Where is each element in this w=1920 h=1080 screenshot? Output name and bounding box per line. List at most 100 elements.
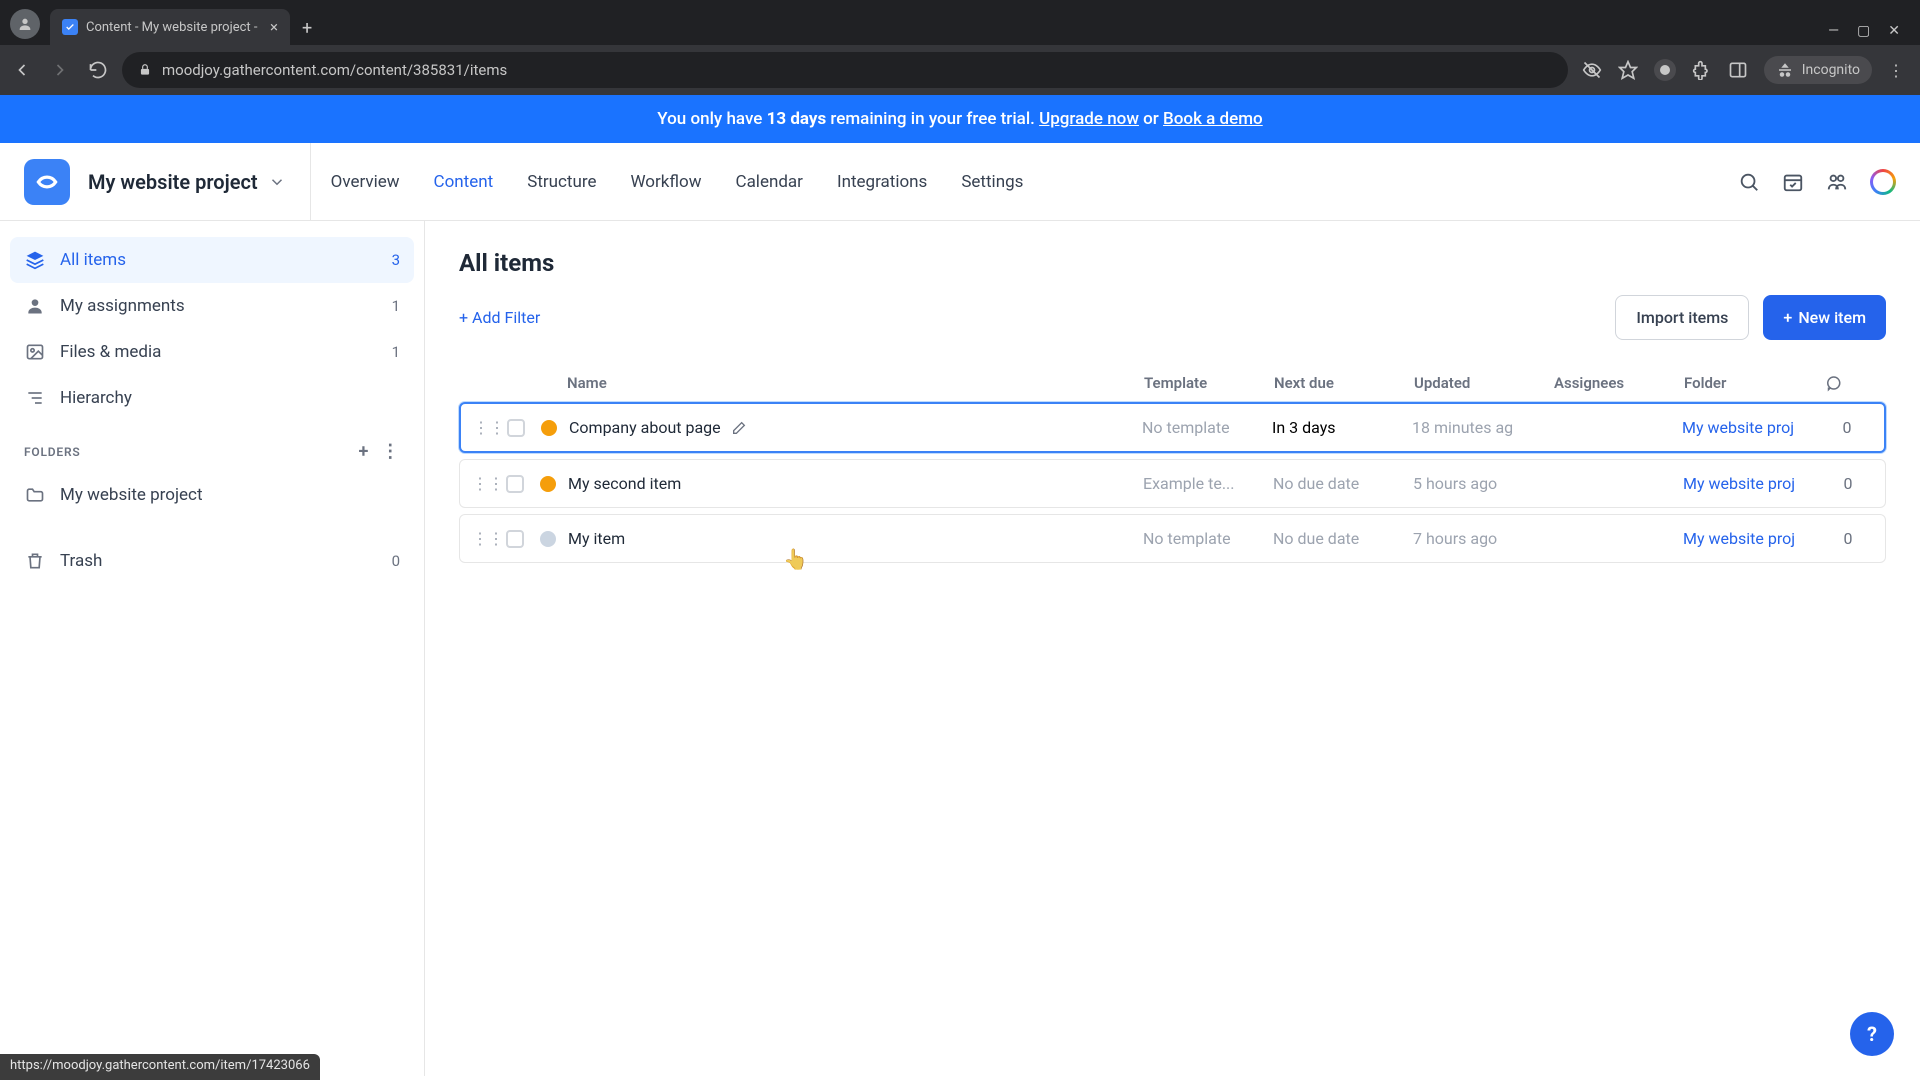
col-next-due[interactable]: Next due	[1274, 374, 1414, 392]
drag-handle-icon[interactable]: ⋮⋮	[472, 474, 504, 493]
col-template[interactable]: Template	[1144, 374, 1274, 392]
sidebar-folder-label: My website project	[60, 485, 203, 505]
incognito-label: Incognito	[1802, 62, 1860, 78]
table-row[interactable]: ⋮⋮ My item No template No due date 7 hou…	[459, 514, 1886, 563]
nav-calendar[interactable]: Calendar	[734, 168, 805, 196]
nav-content[interactable]: Content	[432, 168, 496, 196]
browser-menu-icon[interactable]: ⋮	[1888, 61, 1904, 80]
incognito-badge[interactable]: Incognito	[1764, 56, 1872, 84]
sidebar-all-items-count: 3	[392, 251, 400, 269]
status-dot-icon	[540, 531, 556, 547]
browser-tab[interactable]: Content - My website project - ×	[50, 9, 290, 45]
sidebar-my-assignments-count: 1	[392, 297, 400, 315]
row-updated: 18 minutes ag	[1412, 418, 1552, 437]
project-selector[interactable]: My website project	[88, 143, 311, 221]
sidebar-files-media[interactable]: Files & media 1	[10, 329, 414, 375]
window-close-icon[interactable]: ✕	[1888, 23, 1900, 39]
new-tab-button[interactable]: +	[290, 18, 324, 45]
col-comments-icon[interactable]	[1824, 374, 1874, 392]
bookmark-star-icon[interactable]	[1618, 60, 1638, 80]
sidebar-trash-count: 0	[392, 552, 400, 570]
banner-or: or	[1139, 109, 1163, 129]
sidebar-all-items[interactable]: All items 3	[10, 237, 414, 283]
upgrade-link[interactable]: Upgrade now	[1039, 109, 1139, 129]
folder-menu-icon[interactable]: ⋮	[381, 441, 400, 462]
col-name[interactable]: Name	[567, 374, 1144, 392]
new-item-label: New item	[1798, 308, 1866, 327]
status-dot-icon	[540, 476, 556, 492]
sidebar-hierarchy[interactable]: Hierarchy	[10, 375, 414, 421]
table-row[interactable]: ⋮⋮ Company about page No template In 3 d…	[459, 402, 1886, 453]
trial-banner: You only have 13 days remaining in your …	[0, 95, 1920, 143]
extension-icon[interactable]	[1654, 59, 1676, 81]
banner-mid: remaining in your free trial.	[826, 109, 1039, 129]
nav-forward-icon[interactable]	[50, 60, 70, 80]
main-nav: Overview Content Structure Workflow Cale…	[329, 143, 1026, 220]
url-text: moodjoy.gathercontent.com/content/385831…	[162, 61, 507, 79]
hierarchy-icon	[24, 387, 46, 409]
person-icon	[24, 295, 46, 317]
new-item-button[interactable]: + New item	[1763, 295, 1886, 340]
page-title: All items	[459, 249, 1886, 277]
row-folder[interactable]: My website proj	[1682, 418, 1822, 437]
nav-structure[interactable]: Structure	[525, 168, 598, 196]
row-name-text: Company about page	[569, 418, 721, 437]
col-assignees[interactable]: Assignees	[1554, 374, 1684, 392]
edit-icon[interactable]	[731, 420, 747, 436]
window-minimize-icon[interactable]: —	[1828, 23, 1839, 39]
row-name[interactable]: My item	[568, 529, 1143, 548]
visibility-off-icon[interactable]	[1582, 60, 1602, 80]
sidebar-trash[interactable]: Trash 0	[10, 538, 414, 584]
sidebar: All items 3 My assignments 1 Files & med…	[0, 221, 425, 1076]
col-folder[interactable]: Folder	[1684, 374, 1824, 392]
banner-days: 13 days	[767, 109, 827, 129]
row-folder[interactable]: My website proj	[1683, 529, 1823, 548]
profile-avatar[interactable]	[10, 9, 40, 39]
drag-handle-icon[interactable]: ⋮⋮	[473, 418, 505, 437]
row-checkbox[interactable]	[506, 530, 524, 548]
browser-tab-bar: Content - My website project - × + — ▢ ✕	[0, 0, 1920, 45]
row-checkbox[interactable]	[507, 419, 525, 437]
chevron-down-icon	[268, 173, 286, 191]
window-maximize-icon[interactable]: ▢	[1857, 23, 1870, 39]
nav-settings[interactable]: Settings	[959, 168, 1025, 196]
row-updated: 7 hours ago	[1413, 529, 1553, 548]
tab-close-icon[interactable]: ×	[270, 18, 278, 36]
sidebar-my-assignments[interactable]: My assignments 1	[10, 283, 414, 329]
user-avatar-icon[interactable]	[1870, 169, 1896, 195]
url-bar[interactable]: moodjoy.gathercontent.com/content/385831…	[122, 52, 1568, 88]
sidebar-folder-item[interactable]: My website project	[10, 472, 414, 518]
search-icon[interactable]	[1738, 171, 1760, 193]
nav-integrations[interactable]: Integrations	[835, 168, 929, 196]
sidebar-folders-title: FOLDERS	[24, 445, 81, 459]
nav-reload-icon[interactable]	[88, 60, 108, 80]
calendar-check-icon[interactable]	[1782, 171, 1804, 193]
nav-overview[interactable]: Overview	[329, 168, 402, 196]
puzzle-icon[interactable]	[1692, 60, 1712, 80]
browser-toolbar: moodjoy.gathercontent.com/content/385831…	[0, 45, 1920, 95]
sidebar-all-items-label: All items	[60, 250, 126, 270]
book-demo-link[interactable]: Book a demo	[1163, 109, 1263, 129]
row-name[interactable]: My second item	[568, 474, 1143, 493]
tab-title: Content - My website project -	[86, 20, 257, 35]
row-name[interactable]: Company about page	[569, 418, 1142, 437]
people-icon[interactable]	[1826, 171, 1848, 193]
add-filter-button[interactable]: + Add Filter	[459, 308, 540, 327]
help-button[interactable]: ?	[1850, 1012, 1894, 1056]
sidebar-hierarchy-label: Hierarchy	[60, 388, 132, 408]
nav-back-icon[interactable]	[12, 60, 32, 80]
nav-workflow[interactable]: Workflow	[628, 168, 703, 196]
row-template: No template	[1142, 418, 1272, 437]
table-row[interactable]: ⋮⋮ My second item Example te... No due d…	[459, 459, 1886, 508]
layers-icon	[24, 249, 46, 271]
app-logo-icon[interactable]	[24, 159, 70, 205]
sidepanel-icon[interactable]	[1728, 60, 1748, 80]
import-items-button[interactable]: Import items	[1615, 295, 1749, 340]
row-folder[interactable]: My website proj	[1683, 474, 1823, 493]
drag-handle-icon[interactable]: ⋮⋮	[472, 529, 504, 548]
row-checkbox[interactable]	[506, 475, 524, 493]
add-folder-icon[interactable]: +	[358, 441, 369, 462]
col-updated[interactable]: Updated	[1414, 374, 1554, 392]
plus-icon: +	[1783, 308, 1792, 327]
sidebar-files-media-label: Files & media	[60, 342, 161, 362]
